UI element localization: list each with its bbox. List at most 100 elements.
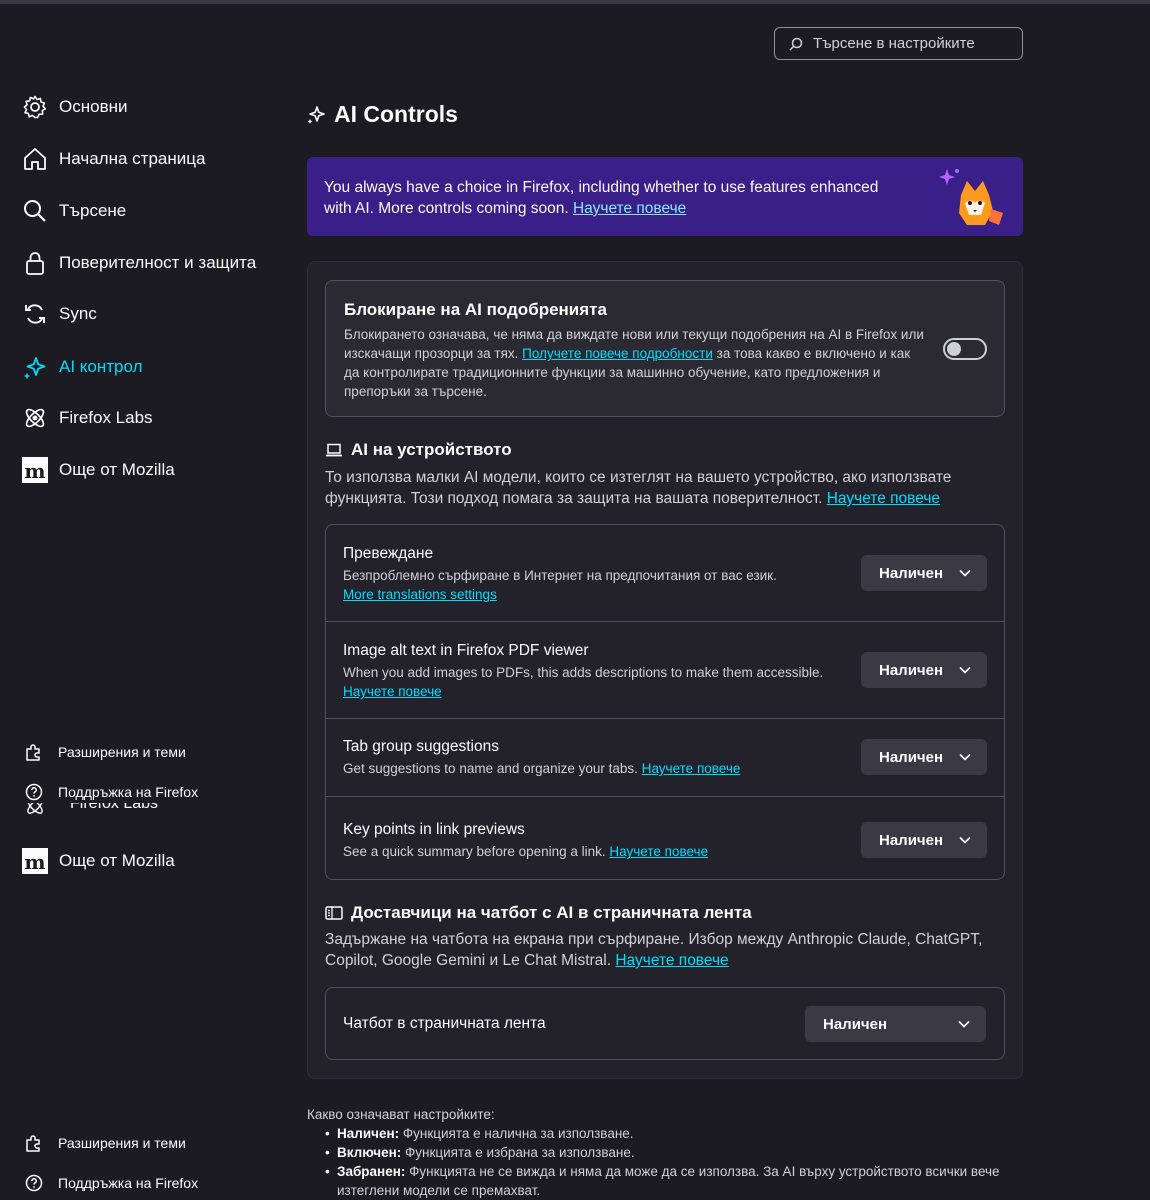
feature-row-tab-group-suggestions: Tab group suggestions Get suggestions to… (326, 718, 1004, 796)
chatbot-learn-more-link[interactable]: Научете повече (615, 952, 728, 969)
chevron-down-icon (958, 1020, 970, 1028)
block-ai-details-link[interactable]: Получете повече подробности (522, 346, 713, 361)
legend-text: Функцията не се вижда и няма да може да … (337, 1164, 1000, 1198)
mozilla-icon: m (22, 848, 48, 874)
chevron-down-icon (959, 836, 971, 844)
sidebar-item-search[interactable]: Търсене (22, 196, 126, 226)
legend-term: Наличен: (337, 1126, 400, 1141)
toggle-knob (947, 342, 961, 356)
legend-item: Забранен: Функцията не се вижда и няма д… (325, 1162, 1027, 1200)
page-title-text: AI Controls (334, 101, 458, 127)
sidebar-footer-label: Разширения и теми (58, 744, 186, 760)
sidebar-footer-label: Поддръжка на Firefox (58, 1175, 199, 1191)
on-device-ai-title: AI на устройството (351, 440, 512, 459)
sidebar-item-ai-controls[interactable]: AI контрол (22, 352, 143, 382)
legend-text: Функцията е избрана за използване. (405, 1145, 635, 1160)
sparkle-icon (22, 354, 48, 380)
chevron-down-icon (959, 753, 971, 761)
settings-legend: Какво означават настройките: Наличен: Фу… (307, 1105, 1027, 1200)
sync-icon (22, 301, 48, 327)
laptop-icon (326, 443, 342, 457)
chatbot-row-label: Чатбот в страничната лента (343, 1015, 546, 1032)
select-value: Наличен (879, 661, 944, 679)
sidebar-item-label: Поверителност и защита (59, 253, 257, 272)
help-icon (24, 1173, 44, 1193)
lock-icon (22, 250, 48, 276)
feature-desc: Get suggestions to name and organize you… (343, 761, 638, 776)
legend-item: Включен: Функцията е избрана за използва… (325, 1143, 1027, 1162)
block-ai-toggle[interactable] (943, 338, 987, 360)
sidebar-chatbot-description: Задържане на чатбота на екрана при сърфи… (325, 929, 1005, 971)
legend-term: Забранен: (337, 1164, 406, 1179)
sidebar-item-privacy[interactable]: Поверителност и защита (22, 248, 256, 278)
ai-controls-section: Блокиране на AI подобренията Блокирането… (307, 261, 1023, 1079)
sidebar-item-general[interactable]: Основни (22, 92, 127, 122)
legend-list: Наличен: Функцията е налична за използва… (307, 1124, 1027, 1200)
select-value: Наличен (879, 564, 944, 582)
sidebar-item-firefox-labs[interactable]: Firefox Labs (22, 403, 153, 433)
banner-learn-more-link[interactable]: Научете повече (573, 200, 686, 217)
feature-row-translations: Превеждане Безпроблемно сърфиране в Инте… (326, 525, 1004, 621)
sidebar-footer-support[interactable]: Поддръжка на Firefox (24, 781, 198, 803)
sidebar-chatbot-card: Чатбот в страничната лента Наличен (325, 987, 1005, 1060)
ai-choice-banner: You always have a choice in Firefox, inc… (307, 157, 1023, 236)
feature-availability-select[interactable]: Наличен (861, 555, 987, 591)
sidebar-item-label: AI контрол (59, 357, 143, 376)
feature-settings-link[interactable]: More translations settings (343, 587, 497, 602)
search-icon (22, 198, 48, 224)
sidebar-chatbot-heading: Доставчици на чатбот с AI в страничната … (325, 903, 752, 923)
puzzle-icon (24, 742, 44, 762)
select-value: Наличен (823, 1015, 888, 1033)
feature-availability-select[interactable]: Наличен (861, 652, 987, 688)
home-icon (22, 146, 48, 172)
feature-availability-select[interactable]: Наличен (861, 822, 987, 858)
feature-learn-more-link[interactable]: Научете повече (642, 761, 741, 776)
select-value: Наличен (879, 831, 944, 849)
legend-text: Функцията е налична за използване. (402, 1126, 634, 1141)
sidebar-item-label: Основни (59, 97, 128, 116)
sidebar-footer-extensions[interactable]: Разширения и теми (24, 1132, 186, 1154)
on-device-learn-more-link[interactable]: Научете повече (827, 490, 940, 507)
sidebar-item-more-from-mozilla[interactable]: m Още от Mozilla (22, 455, 175, 485)
mozilla-icon: m (22, 457, 48, 483)
feature-learn-more-link[interactable]: Научете повече (609, 844, 708, 859)
search-placeholder: Търсене в настройките (813, 35, 975, 52)
fox-illustration-icon (939, 169, 1003, 225)
chatbot-availability-select[interactable]: Наличен (805, 1006, 986, 1042)
sidebar-chatbot-title: Доставчици на чатбот с AI в страничната … (351, 903, 752, 922)
chevron-down-icon (959, 569, 971, 577)
sidebar-item-label: Търсене (59, 201, 127, 220)
sidebar-item-home[interactable]: Начална страница (22, 144, 205, 174)
sidebar-footer-label: Разширения и теми (58, 1135, 186, 1151)
sidebar-panel-icon (325, 906, 343, 920)
block-ai-description: Блокирането означава, че няма да виждате… (344, 325, 924, 401)
select-value: Наличен (879, 748, 944, 766)
on-device-feature-list: Превеждане Безпроблемно сърфиране в Инте… (325, 524, 1005, 880)
sparkle-icon (307, 105, 325, 124)
labs-icon (22, 405, 48, 431)
legend-term: Включен: (337, 1145, 402, 1160)
on-device-ai-heading: AI на устройството (325, 440, 512, 460)
ghost-labs-label: Firefox Labs (70, 803, 159, 812)
legend-intro: Какво означават настройките: (307, 1107, 495, 1122)
settings-search-input[interactable]: Търсене в настройките (774, 27, 1023, 60)
feature-row-link-preview-key-points: Key points in link previews See a quick … (326, 796, 1004, 879)
sidebar-item-label: Още от Mozilla (59, 851, 175, 870)
block-ai-card: Блокиране на AI подобренията Блокирането… (325, 280, 1005, 417)
block-ai-title: Блокиране на AI подобренията (344, 300, 607, 319)
search-icon (789, 37, 803, 51)
sidebar-item-sync[interactable]: Sync (22, 299, 97, 329)
sidebar-item-more-from-mozilla-duplicate[interactable]: m Още от Mozilla (22, 846, 175, 876)
feature-row-pdf-alt-text: Image alt text in Firefox PDF viewer Whe… (326, 621, 1004, 718)
feature-learn-more-link[interactable]: Научете повече (343, 684, 442, 699)
feature-availability-select[interactable]: Наличен (861, 739, 987, 775)
sidebar-item-label: Още от Mozilla (59, 460, 175, 479)
legend-item: Наличен: Функцията е налична за използва… (325, 1124, 1027, 1143)
feature-desc: See a quick summary before opening a lin… (343, 844, 606, 859)
sidebar-item-label: Sync (59, 304, 97, 323)
sidebar-footer-label: Поддръжка на Firefox (58, 784, 199, 800)
sidebar-item-label: Начална страница (59, 149, 206, 168)
sidebar-footer-support[interactable]: Поддръжка на Firefox (24, 1172, 198, 1194)
on-device-ai-description: То използва малки AI модели, които се из… (325, 467, 1005, 509)
sidebar-footer-extensions[interactable]: Разширения и теми (24, 741, 186, 763)
